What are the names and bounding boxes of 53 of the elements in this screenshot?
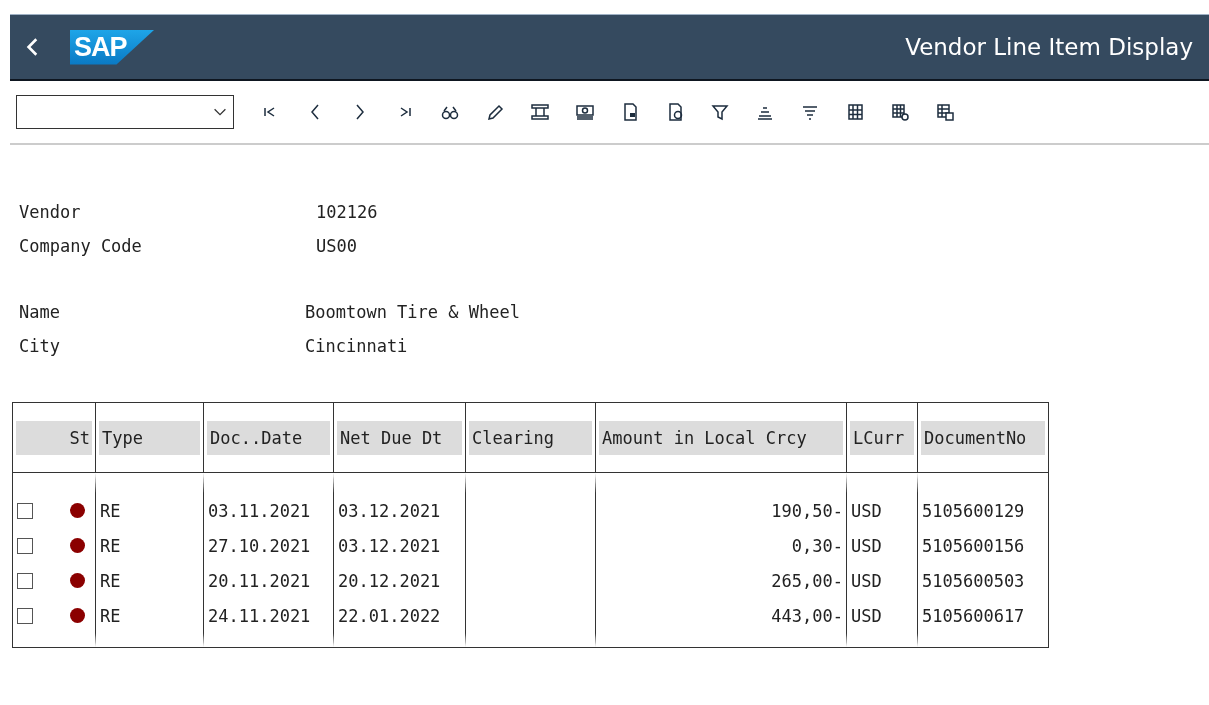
table-cell: USD — [851, 570, 882, 591]
window-title: Vendor Line Item Display — [905, 34, 1193, 60]
table-cell: 5105600617 — [922, 605, 1025, 626]
table-cell: 03.12.2021 — [338, 500, 441, 521]
table-cell: 03.12.2021 — [338, 535, 441, 556]
field-label: City — [19, 335, 60, 357]
column-header[interactable]: Type — [99, 420, 200, 455]
table-cell: 265,00- — [771, 570, 843, 591]
column-header[interactable]: Doc..Date — [207, 420, 330, 455]
field-value: 102126 — [316, 201, 378, 223]
table-cell: 20.11.2021 — [208, 570, 311, 591]
column-header[interactable]: DocumentNo — [921, 420, 1045, 455]
checkbox[interactable] — [17, 572, 33, 589]
table-cell: 5105600156 — [922, 535, 1025, 556]
checkbox[interactable] — [17, 502, 33, 519]
checkbox[interactable] — [17, 537, 33, 554]
column-header[interactable]: LCurr — [850, 420, 914, 455]
table-cell: 22.01.2022 — [338, 605, 441, 626]
table-cell: 27.10.2021 — [208, 535, 311, 556]
table-cell: USD — [851, 535, 882, 556]
column-header[interactable]: Net Due Dt — [337, 420, 462, 455]
table-cell: 5105600129 — [922, 500, 1025, 521]
field-value: Cincinnati — [305, 335, 408, 357]
column-header[interactable]: St — [16, 420, 92, 455]
column-header[interactable]: Amount in Local Crcy — [599, 420, 843, 455]
field-label: Company Code — [19, 235, 142, 257]
pencil-icon[interactable] — [485, 102, 505, 122]
command-field[interactable] — [16, 95, 234, 129]
logo: SAP — [70, 29, 155, 65]
banknote-icon[interactable] — [575, 102, 595, 122]
field-label: Vendor — [19, 201, 81, 223]
table-cell: 20.12.2021 — [338, 570, 441, 591]
table-cell: RE — [100, 605, 121, 626]
table-cell: 190,50- — [771, 500, 843, 521]
checkbox[interactable] — [17, 607, 33, 624]
grid-settings-icon[interactable] — [890, 102, 910, 122]
field-value: Boomtown Tire & Wheel — [305, 301, 520, 323]
table-cell: RE — [100, 500, 121, 521]
table-cell: RE — [100, 535, 121, 556]
table-cell: USD — [851, 500, 882, 521]
table-cell: USD — [851, 605, 882, 626]
column-header[interactable]: Clearing — [469, 420, 592, 455]
grid-save-icon[interactable] — [935, 102, 955, 122]
table-cell: 443,00- — [771, 605, 843, 626]
table-cell: RE — [100, 570, 121, 591]
table-cell: 0,30- — [791, 535, 843, 556]
field-value: US00 — [316, 235, 357, 257]
table-cell: 03.11.2021 — [208, 500, 311, 521]
field-label: Name — [19, 301, 60, 323]
table-cell: 5105600503 — [922, 570, 1025, 591]
filter-icon[interactable] — [710, 102, 730, 122]
table-cell: 24.11.2021 — [208, 605, 311, 626]
grid-icon[interactable] — [845, 102, 865, 122]
